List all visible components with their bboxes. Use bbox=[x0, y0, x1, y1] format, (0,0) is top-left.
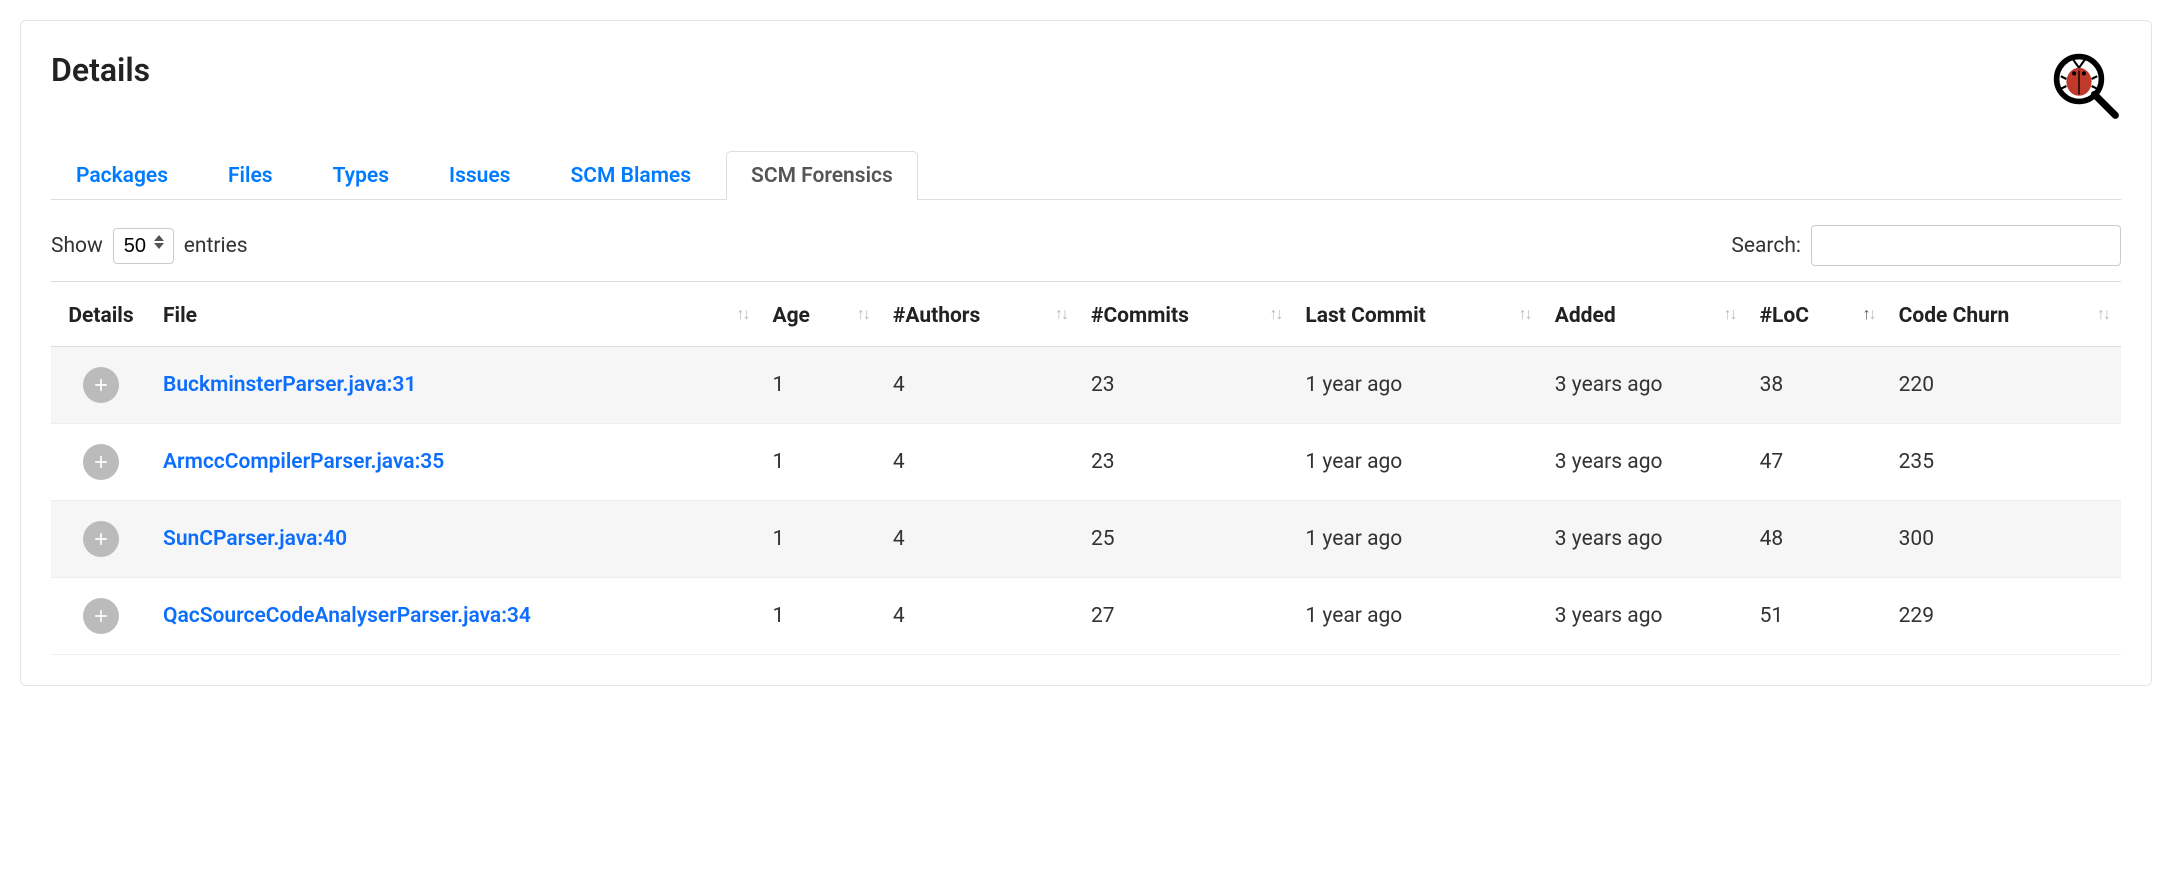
table-row: SunCParser.java:40 1 4 25 1 year ago 3 y… bbox=[51, 501, 2121, 578]
expand-row-button[interactable] bbox=[83, 367, 119, 403]
col-loc-label: #LoC bbox=[1760, 304, 1809, 328]
col-details-label: Details bbox=[68, 304, 133, 328]
col-age-label: Age bbox=[772, 304, 809, 328]
col-authors[interactable]: #Authors ↑↓ bbox=[881, 282, 1079, 347]
cell-age: 1 bbox=[760, 578, 880, 655]
search-box: Search: bbox=[1731, 225, 2121, 266]
search-label: Search: bbox=[1731, 234, 1801, 258]
col-authors-label: #Authors bbox=[893, 304, 980, 328]
details-card: Details Packages Files Types Issues SCM … bbox=[20, 20, 2152, 686]
tab-issues[interactable]: Issues bbox=[424, 151, 535, 200]
file-link[interactable]: SunCParser.java:40 bbox=[163, 527, 347, 551]
col-file-label: File bbox=[163, 304, 197, 328]
plus-icon bbox=[91, 375, 111, 395]
tab-packages[interactable]: Packages bbox=[51, 151, 193, 200]
cell-churn: 229 bbox=[1887, 578, 2121, 655]
col-details: Details bbox=[51, 282, 151, 347]
file-link[interactable]: QacSourceCodeAnalyserParser.java:34 bbox=[163, 604, 531, 628]
cell-loc: 38 bbox=[1748, 347, 1887, 424]
card-header: Details bbox=[51, 51, 2121, 121]
cell-loc: 48 bbox=[1748, 501, 1887, 578]
cell-added: 3 years ago bbox=[1543, 578, 1748, 655]
cell-authors: 4 bbox=[881, 578, 1079, 655]
page-size-select[interactable]: 50 bbox=[113, 228, 174, 264]
table-header-row: Details File ↑↓ Age ↑↓ #Authors ↑↓ #Comm… bbox=[51, 282, 2121, 347]
table-row: QacSourceCodeAnalyserParser.java:34 1 4 … bbox=[51, 578, 2121, 655]
col-churn[interactable]: Code Churn ↑↓ bbox=[1887, 282, 2121, 347]
col-loc[interactable]: #LoC ↑↓ bbox=[1748, 282, 1887, 347]
col-added-label: Added bbox=[1555, 304, 1616, 328]
cell-commits: 27 bbox=[1079, 578, 1293, 655]
col-added[interactable]: Added ↑↓ bbox=[1543, 282, 1748, 347]
sort-icon: ↑↓ bbox=[1519, 304, 1531, 324]
cell-age: 1 bbox=[760, 347, 880, 424]
cell-last-commit: 1 year ago bbox=[1293, 578, 1542, 655]
col-commits[interactable]: #Commits ↑↓ bbox=[1079, 282, 1293, 347]
forensics-table: Details File ↑↓ Age ↑↓ #Authors ↑↓ #Comm… bbox=[51, 282, 2121, 655]
tab-files[interactable]: Files bbox=[203, 151, 298, 200]
cell-authors: 4 bbox=[881, 424, 1079, 501]
page-size-control: Show 50 entries bbox=[51, 228, 248, 264]
tab-types[interactable]: Types bbox=[308, 151, 414, 200]
cell-last-commit: 1 year ago bbox=[1293, 347, 1542, 424]
sort-icon: ↑↓ bbox=[1269, 304, 1281, 324]
sort-icon: ↑↓ bbox=[1724, 304, 1736, 324]
plus-icon bbox=[91, 606, 111, 626]
cell-churn: 300 bbox=[1887, 501, 2121, 578]
expand-row-button[interactable] bbox=[83, 521, 119, 557]
show-label-prefix: Show bbox=[51, 234, 103, 258]
cell-commits: 23 bbox=[1079, 347, 1293, 424]
cell-authors: 4 bbox=[881, 501, 1079, 578]
cell-added: 3 years ago bbox=[1543, 347, 1748, 424]
col-last-commit-label: Last Commit bbox=[1305, 304, 1425, 328]
cell-churn: 220 bbox=[1887, 347, 2121, 424]
cell-churn: 235 bbox=[1887, 424, 2121, 501]
search-input[interactable] bbox=[1811, 225, 2121, 266]
tabs-bar: Packages Files Types Issues SCM Blames S… bbox=[51, 151, 2121, 200]
sort-icon: ↑↓ bbox=[857, 304, 869, 324]
cell-commits: 23 bbox=[1079, 424, 1293, 501]
cell-age: 1 bbox=[760, 501, 880, 578]
plus-icon bbox=[91, 452, 111, 472]
sort-icon: ↑↓ bbox=[1055, 304, 1067, 324]
expand-row-button[interactable] bbox=[83, 444, 119, 480]
col-last-commit[interactable]: Last Commit ↑↓ bbox=[1293, 282, 1542, 347]
table-body: BuckminsterParser.java:31 1 4 23 1 year … bbox=[51, 347, 2121, 655]
cell-commits: 25 bbox=[1079, 501, 1293, 578]
file-link[interactable]: BuckminsterParser.java:31 bbox=[163, 373, 416, 397]
show-label-suffix: entries bbox=[184, 234, 248, 258]
plus-icon bbox=[91, 529, 111, 549]
col-file[interactable]: File ↑↓ bbox=[151, 282, 760, 347]
sort-icon: ↑↓ bbox=[2097, 304, 2109, 324]
cell-loc: 47 bbox=[1748, 424, 1887, 501]
tab-scm-forensics[interactable]: SCM Forensics bbox=[726, 151, 918, 200]
col-age[interactable]: Age ↑↓ bbox=[760, 282, 880, 347]
tab-scm-blames[interactable]: SCM Blames bbox=[545, 151, 716, 200]
sort-icon: ↑↓ bbox=[736, 304, 748, 324]
page-title: Details bbox=[51, 51, 150, 89]
cell-added: 3 years ago bbox=[1543, 424, 1748, 501]
cell-last-commit: 1 year ago bbox=[1293, 424, 1542, 501]
bug-logo-icon bbox=[2051, 51, 2121, 121]
col-commits-label: #Commits bbox=[1091, 304, 1189, 328]
file-link[interactable]: ArmccCompilerParser.java:35 bbox=[163, 450, 444, 474]
cell-loc: 51 bbox=[1748, 578, 1887, 655]
table-row: BuckminsterParser.java:31 1 4 23 1 year … bbox=[51, 347, 2121, 424]
table-controls: Show 50 entries Search: bbox=[51, 225, 2121, 282]
col-churn-label: Code Churn bbox=[1899, 304, 2010, 328]
table-row: ArmccCompilerParser.java:35 1 4 23 1 yea… bbox=[51, 424, 2121, 501]
expand-row-button[interactable] bbox=[83, 598, 119, 634]
cell-authors: 4 bbox=[881, 347, 1079, 424]
cell-last-commit: 1 year ago bbox=[1293, 501, 1542, 578]
cell-age: 1 bbox=[760, 424, 880, 501]
sort-asc-icon: ↑↓ bbox=[1863, 304, 1875, 324]
cell-added: 3 years ago bbox=[1543, 501, 1748, 578]
